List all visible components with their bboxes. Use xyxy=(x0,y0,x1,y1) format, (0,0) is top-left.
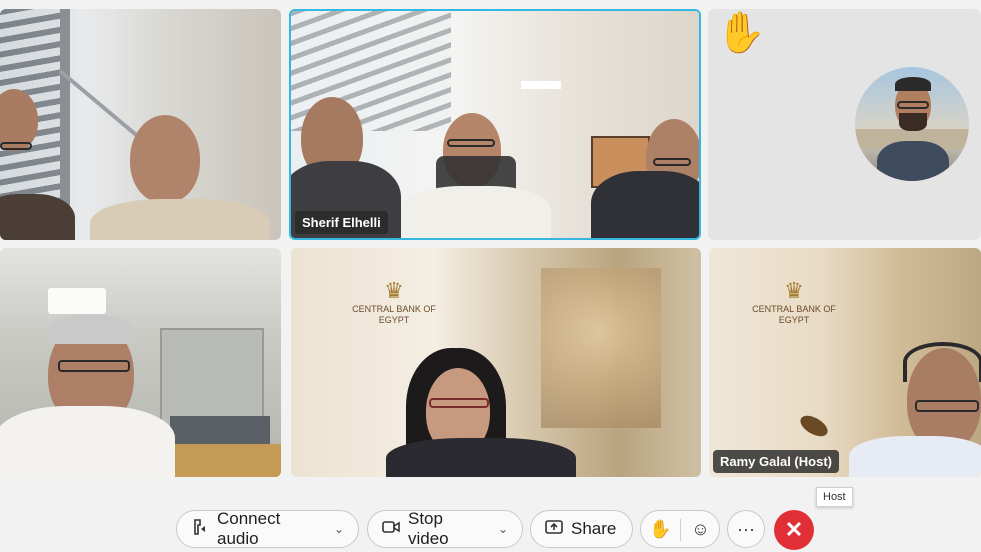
raised-hand-icon: ✋ xyxy=(716,11,766,55)
share-label: Share xyxy=(571,519,617,538)
video-feed: ♛ CENTRAL BANK OF EGYPT xyxy=(291,248,701,477)
video-tile-4[interactable] xyxy=(0,248,281,477)
connect-audio-icon xyxy=(191,518,209,541)
video-feed xyxy=(0,248,281,477)
video-feed: ♛ CENTRAL BANK OF EGYPT xyxy=(709,248,981,477)
logo: ♛ CENTRAL BANK OF EGYPT xyxy=(752,278,836,326)
stop-video-label: Stop video xyxy=(408,509,449,548)
chevron-down-icon[interactable]: ⌄ xyxy=(334,522,344,536)
video-tile-1[interactable] xyxy=(0,9,281,240)
more-options-button[interactable]: ··· xyxy=(727,510,765,548)
video-tile-3[interactable]: ✋ xyxy=(708,9,981,240)
video-tile-5[interactable]: ♛ CENTRAL BANK OF EGYPT xyxy=(291,248,701,477)
share-screen-icon xyxy=(545,519,563,540)
reactions-icon[interactable]: ☺ xyxy=(681,511,720,547)
video-feed xyxy=(0,9,281,240)
raise-hand-icon[interactable]: ✋ xyxy=(641,511,680,547)
video-camera-icon xyxy=(382,519,400,540)
stop-video-button[interactable]: Stop video ⌄ xyxy=(367,509,523,548)
participant-name-tag: Sherif Elhelli xyxy=(295,211,388,234)
video-feed xyxy=(291,11,699,238)
leave-meeting-button[interactable]: ✕ xyxy=(774,510,814,550)
chevron-down-icon[interactable]: ⌄ xyxy=(498,522,508,536)
more-icon: ··· xyxy=(737,518,755,539)
video-tile-6[interactable]: ♛ CENTRAL BANK OF EGYPT Ramy Galal (Host… xyxy=(709,248,981,477)
close-icon: ✕ xyxy=(784,517,804,542)
share-button[interactable]: Share xyxy=(530,510,633,548)
participant-name-tag: Ramy Galal (Host) xyxy=(713,450,839,473)
logo: ♛ CENTRAL BANK OF EGYPT xyxy=(352,278,436,326)
meeting-controls-toolbar: Connect audio ⌄ Stop video ⌄ Share ✋ ☺ ·… xyxy=(0,500,981,552)
avatar xyxy=(855,67,969,181)
connect-audio-button[interactable]: Connect audio ⌄ xyxy=(176,509,359,548)
video-tile-2[interactable]: Sherif Elhelli xyxy=(289,9,701,240)
hand-reactions-group: ✋ ☺ xyxy=(640,510,720,548)
connect-audio-label: Connect audio xyxy=(217,509,281,548)
tooltip: Host xyxy=(816,487,853,507)
